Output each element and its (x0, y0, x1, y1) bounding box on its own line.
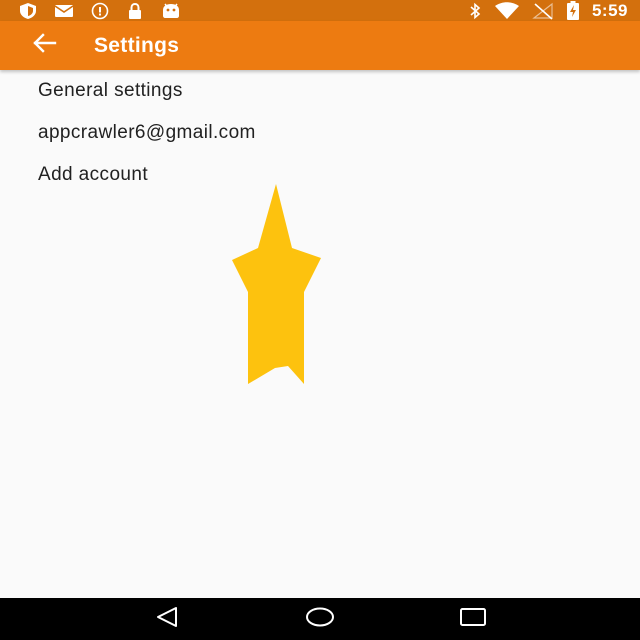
recents-square-icon (459, 606, 487, 633)
general-settings-item[interactable]: General settings (0, 70, 640, 112)
star-icon (232, 184, 321, 384)
lock-icon (126, 2, 144, 20)
wifi-icon (494, 1, 520, 20)
bluetooth-icon (468, 2, 482, 20)
home-circle-icon (305, 606, 335, 633)
android-icon (160, 2, 182, 20)
shield-icon (18, 2, 38, 20)
back-triangle-icon (154, 606, 180, 633)
system-icons: 5:59 (456, 1, 628, 21)
list-item-label: appcrawler6@gmail.com (38, 122, 256, 143)
status-time: 5:59 (591, 0, 628, 20)
no-signal-icon (532, 2, 554, 20)
alert-icon (90, 2, 110, 20)
notification-icons (18, 2, 198, 20)
arrow-left-icon (31, 32, 57, 59)
email-icon (54, 3, 74, 19)
list-item-label: Add account (38, 164, 149, 185)
app-toolbar: Settings (0, 21, 640, 70)
list-item-label: General settings (38, 80, 183, 101)
nav-back-button[interactable] (137, 598, 197, 640)
status-bar: 5:59 (0, 0, 640, 21)
nav-home-button[interactable] (290, 598, 350, 640)
nav-recents-button[interactable] (443, 598, 503, 640)
battery-charging-icon (566, 1, 580, 20)
back-button[interactable] (20, 21, 68, 70)
system-nav-bar (0, 598, 640, 640)
account-item[interactable]: appcrawler6@gmail.com (0, 112, 640, 154)
settings-screen: 5:59 Settings General settings appcrawle… (0, 0, 640, 640)
page-title: Settings (94, 33, 180, 57)
settings-list: General settings appcrawler6@gmail.com A… (0, 70, 640, 196)
